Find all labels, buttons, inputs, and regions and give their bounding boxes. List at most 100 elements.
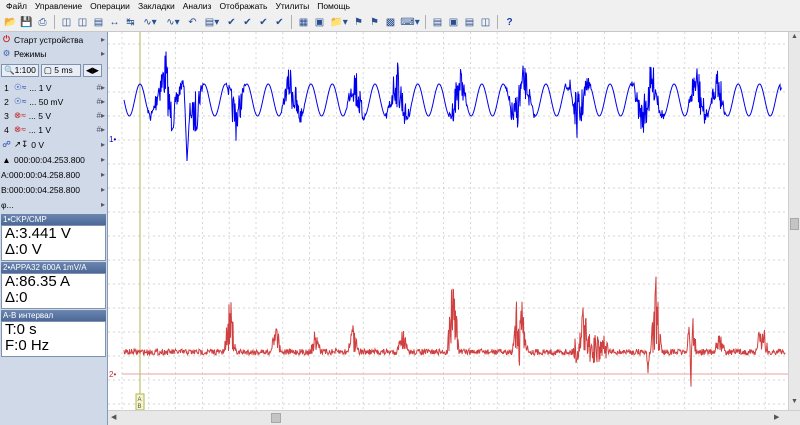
chevron-right-icon: ▸ xyxy=(100,140,105,149)
cursor-b-row[interactable]: B:000:00:04.258.800 ▸ xyxy=(1,183,105,196)
channel2-marker[interactable]: 2• xyxy=(109,370,116,379)
trigger-row[interactable]: ☍ ↗↧ 0 V ▸ xyxy=(1,138,105,151)
chevron-right-icon: #▸ xyxy=(96,125,105,134)
menu-utilities[interactable]: Утилиты xyxy=(271,0,313,13)
panel-left-icon[interactable]: ▤ xyxy=(430,15,445,30)
print-icon[interactable]: ⎙ xyxy=(35,15,50,30)
menu-file[interactable]: Файл xyxy=(2,0,31,13)
folder-dropdown-icon[interactable]: 📁▾ xyxy=(328,15,350,30)
chevron-right-icon: #▸ xyxy=(96,83,105,92)
grid-icon[interactable]: ▦ xyxy=(296,15,311,30)
scroll-left-icon[interactable]: ◀ xyxy=(111,413,116,421)
check-down-icon[interactable]: ✔ xyxy=(240,15,255,30)
phase-row[interactable]: φ... ▸ xyxy=(1,198,105,211)
channel-value: ... 1 V xyxy=(29,82,52,93)
channel-number: 3 xyxy=(4,110,9,121)
vertical-scroll-thumb[interactable] xyxy=(790,218,799,230)
channel-value: ... 50 mV xyxy=(29,96,64,107)
channel-value: ... 5 V xyxy=(28,110,52,121)
menu-bookmarks[interactable]: Закладки xyxy=(134,0,179,13)
menu-bar: Файл Управление Операции Закладки Анализ… xyxy=(0,0,800,13)
modes-row[interactable]: ⚙ Режимы ▸ xyxy=(1,47,105,60)
channel-row[interactable]: 4 ⊗≈ ... 1 V #▸ xyxy=(1,123,105,136)
channel-number: 2 xyxy=(4,96,9,107)
chevron-right-icon: ▸ xyxy=(100,35,105,44)
cursor-marker-a: A xyxy=(138,397,142,403)
vertical-scrollbar[interactable]: ▲ ▼ xyxy=(788,32,800,410)
channel1-marker[interactable]: 1• xyxy=(109,135,116,144)
menu-operations[interactable]: Операции xyxy=(86,0,134,13)
toolbar-separator xyxy=(497,15,498,29)
interval-readout: T:0 s F:0 Hz xyxy=(1,321,106,357)
toolbar-separator xyxy=(54,15,55,29)
analysis-dropdown-icon[interactable]: ▤▾ xyxy=(201,15,223,30)
marker-icon[interactable]: ⚑ xyxy=(367,15,382,30)
waveform-dropdown-icon[interactable]: ∿▾ xyxy=(139,15,161,30)
chevron-right-icon: #▸ xyxy=(96,111,105,120)
channel-row[interactable]: 1 ☉≈ ... 1 V #▸ xyxy=(1,81,105,94)
menu-display[interactable]: Отображать xyxy=(215,0,271,13)
keyboard-dropdown-icon[interactable]: ⌨▾ xyxy=(399,15,421,30)
trigger-edge-icon: ↗↧ xyxy=(14,139,29,149)
undo-icon[interactable]: ↶ xyxy=(185,15,200,30)
app-window: Файл Управление Операции Закладки Анализ… xyxy=(0,0,800,425)
counter-icon[interactable]: ▩ xyxy=(383,15,398,30)
channel-settings-icon: ☉≈ xyxy=(14,82,27,92)
toolbar-separator xyxy=(425,15,426,29)
horizontal-scroll-thumb[interactable] xyxy=(271,413,281,423)
panel-title: 1•CKP/CMP xyxy=(1,214,106,225)
chevron-right-icon: #▸ xyxy=(96,97,105,106)
oscilloscope-plot[interactable]: 1• 2• A B xyxy=(108,32,788,411)
fit-icon[interactable]: ↔ xyxy=(107,15,122,30)
open-icon[interactable]: 📂 xyxy=(3,15,18,30)
panel-right-icon[interactable]: ▤ xyxy=(462,15,477,30)
horizontal-scrollbar[interactable]: ◀ ▶ xyxy=(108,410,800,425)
phase-label: φ... xyxy=(1,199,14,210)
channel-row[interactable]: 3 ⊗≈ ... 5 V #▸ xyxy=(1,109,105,122)
cursor-a-row[interactable]: A:000:00:04.258.800 ▸ xyxy=(1,168,105,181)
readout-line: Δ:0 xyxy=(5,289,28,306)
power-icon: ⏻ xyxy=(3,34,10,44)
timebase-stepper[interactable]: ◀▶ xyxy=(82,63,102,77)
check-icon[interactable]: ✔ xyxy=(224,15,239,30)
menu-help[interactable]: Помощь xyxy=(313,0,354,13)
time-total-value: 000:00:04.253.800 xyxy=(14,154,85,165)
chevron-right-icon: ▸ xyxy=(100,200,105,209)
zoom-row: 🔍1:100 ▢ 5 ms ◀▶ xyxy=(1,63,106,77)
bookmark-icon[interactable]: ⚑ xyxy=(351,15,366,30)
plot-canvas[interactable]: 1• 2• A B xyxy=(108,32,788,411)
view-icon[interactable]: ▣ xyxy=(312,15,327,30)
split-icon[interactable]: ▤ xyxy=(91,15,106,30)
menu-analysis[interactable]: Анализ xyxy=(179,0,216,13)
window-tile-icon[interactable]: ◫ xyxy=(75,15,90,30)
readout-line: T:0 s xyxy=(5,321,37,338)
waveform-mode-dropdown-icon[interactable]: ∿▾ xyxy=(162,15,184,30)
channel-icon[interactable]: ↹ xyxy=(123,15,138,30)
scroll-right-icon[interactable]: ▶ xyxy=(774,413,779,421)
menu-control[interactable]: Управление xyxy=(31,0,86,13)
save-icon[interactable]: 💾 xyxy=(19,15,34,30)
scroll-up-icon[interactable]: ▲ xyxy=(791,33,798,40)
channel-value: ... 1 V xyxy=(28,124,52,135)
channel-off-icon: ⊗≈ xyxy=(14,124,26,134)
start-device-row[interactable]: ⏻ Старт устройства ▸ xyxy=(1,33,105,46)
panel-full-icon[interactable]: ▣ xyxy=(446,15,461,30)
modes-label: Режимы xyxy=(14,48,47,59)
check-all-icon[interactable]: ✔ xyxy=(272,15,287,30)
channel-row[interactable]: 2 ☉≈ ... 50 mV #▸ xyxy=(1,95,105,108)
channel2-trace xyxy=(123,276,786,387)
toolbar-separator xyxy=(291,15,292,29)
window-layout-icon[interactable]: ◫ xyxy=(59,15,74,30)
panel-split-icon[interactable]: ◫ xyxy=(478,15,493,30)
timebase-box[interactable]: ▢ 5 ms xyxy=(40,63,81,77)
scroll-down-icon[interactable]: ▼ xyxy=(791,398,798,405)
chevron-right-icon: ▸ xyxy=(100,170,105,179)
time-total-row[interactable]: ▲ 000:00:04.253.800 ▸ xyxy=(1,153,105,166)
zoom-box[interactable]: 🔍1:100 xyxy=(1,63,39,77)
readout-line: F:0 Hz xyxy=(5,337,50,354)
check-down-alt-icon[interactable]: ✔ xyxy=(256,15,271,30)
help-icon[interactable]: ? xyxy=(502,15,517,30)
zoom-value: 1:100 xyxy=(14,64,36,75)
clock-icon: ▲ xyxy=(2,154,11,165)
left-panel: ⏻ Старт устройства ▸ ⚙ Режимы ▸ 🔍1:100 ▢… xyxy=(0,32,108,425)
